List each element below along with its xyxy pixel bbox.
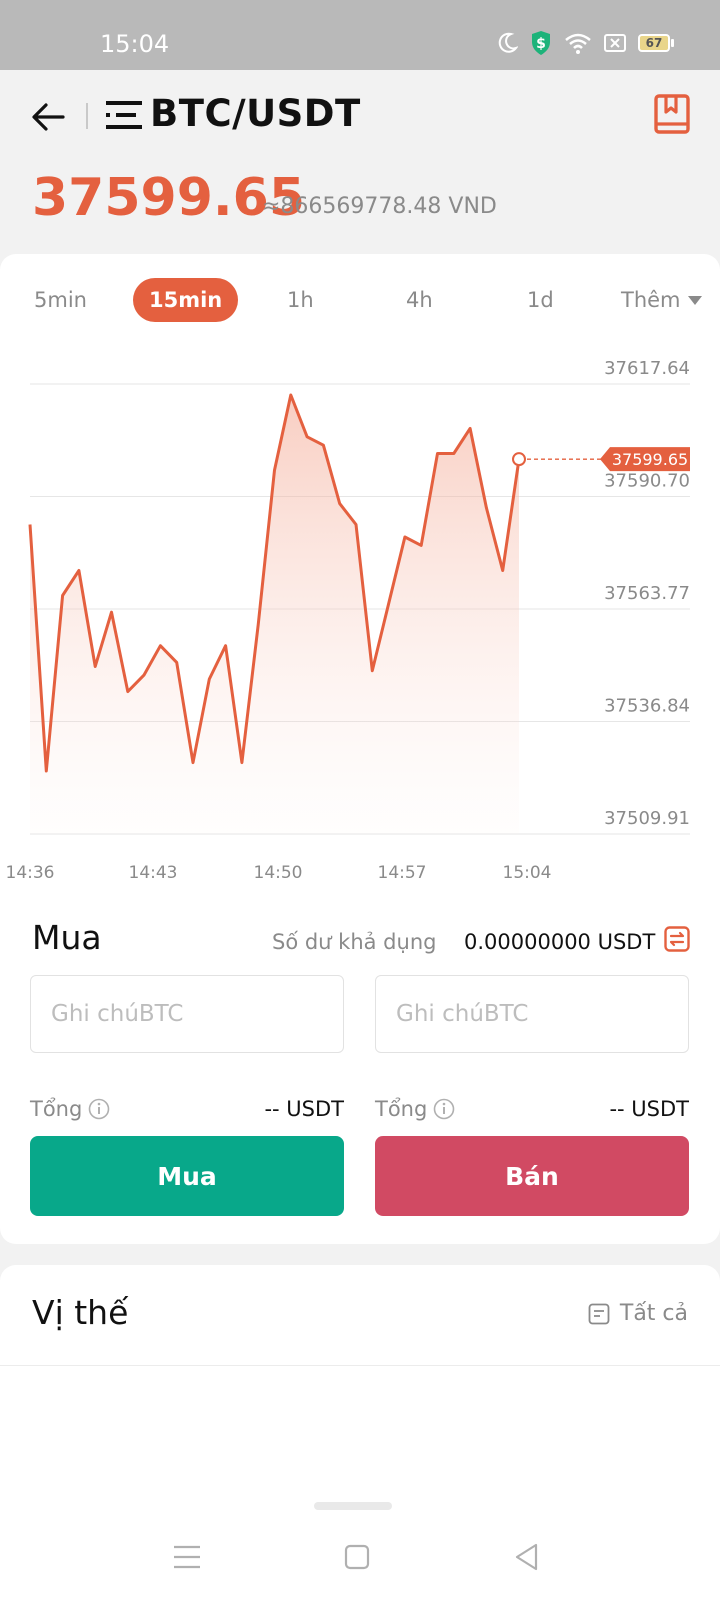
status-icons: $ 67 — [498, 30, 674, 56]
x-tick-label: 14:50 — [254, 863, 303, 883]
y-tick-label: 37509.91 — [604, 808, 690, 829]
sell-total-value: -- USDT — [609, 1097, 689, 1121]
price-chart[interactable]: 37617.64 37590.70 37563.77 37536.84 37509.91… — [0, 334, 720, 894]
home-indicator — [314, 1502, 392, 1510]
x-tick-label: 15:04 — [503, 863, 552, 883]
back-triangle-icon[interactable] — [510, 1540, 544, 1574]
status-time: 15:04 — [100, 30, 170, 58]
positions-all-link[interactable]: Tất cả — [588, 1301, 688, 1326]
menu-icon[interactable] — [170, 1540, 204, 1574]
current-price-dot — [512, 452, 526, 467]
list-doc-icon — [588, 1303, 610, 1324]
buy-total-label: Tổng — [30, 1097, 83, 1121]
y-tick-label: 37617.64 — [604, 358, 690, 379]
home-square-icon[interactable] — [340, 1540, 374, 1574]
bookmark-book-icon[interactable] — [654, 94, 690, 134]
buy-amount-input[interactable] — [31, 976, 343, 1052]
close-box-icon — [604, 34, 626, 52]
tab-5min[interactable]: 5min — [34, 278, 87, 322]
y-tick-label: 37563.77 — [604, 583, 690, 604]
x-tick-label: 14:57 — [378, 863, 427, 883]
positions-divider — [0, 1365, 720, 1366]
sell-button[interactable]: Bán — [375, 1136, 689, 1216]
sell-amount-field[interactable] — [375, 975, 689, 1053]
current-price-tag-label: 37599.65 — [612, 450, 688, 469]
tab-15min[interactable]: 15min — [133, 278, 239, 322]
tab-more[interactable]: Thêm — [621, 278, 703, 322]
sell-total-label: Tổng — [375, 1097, 428, 1121]
system-nav-bar — [0, 1510, 720, 1600]
balance-value: 0.00000000 USDT — [464, 930, 656, 954]
header: BTC/USDT 37599.65 ≈866569778.48 VND — [0, 70, 720, 250]
balance-label: Số dư khả dụng — [272, 930, 437, 954]
tab-1d[interactable]: 1d — [527, 278, 554, 322]
battery-level: 67 — [645, 36, 663, 50]
price-area — [30, 395, 519, 834]
buy-total-row: Tổng -- USDT — [30, 1094, 344, 1124]
y-tick-label: 37536.84 — [604, 696, 690, 717]
shield-dollar-icon: $ — [532, 31, 550, 55]
info-icon[interactable] — [433, 1098, 455, 1120]
x-tick-label: 14:36 — [6, 863, 55, 883]
arrow-left-icon — [32, 103, 65, 131]
sell-total-row: Tổng -- USDT — [375, 1094, 689, 1124]
trade-title: Mua — [32, 918, 102, 957]
price-vnd: ≈866569778.48 VND — [262, 194, 497, 219]
y-tick-label: 37590.70 — [604, 471, 690, 492]
info-icon[interactable] — [88, 1098, 110, 1120]
buy-total-value: -- USDT — [264, 1097, 344, 1121]
svg-text:$: $ — [536, 36, 546, 52]
swap-icon[interactable] — [664, 926, 690, 952]
buy-amount-field[interactable] — [30, 975, 344, 1053]
x-tick-label: 14:43 — [129, 863, 178, 883]
positions-title: Vị thế — [32, 1293, 129, 1332]
tab-1h[interactable]: 1h — [287, 278, 314, 322]
chart-trade-card: 5min 15min 1h 4h 1d Thêm 37617.64 37590.7… — [0, 254, 720, 1244]
timeframe-tabs: 5min 15min 1h 4h 1d Thêm — [0, 278, 720, 324]
header-divider — [86, 103, 88, 129]
back-button[interactable] — [28, 97, 68, 137]
buy-button[interactable]: Mua — [30, 1136, 344, 1216]
tab-4h[interactable]: 4h — [406, 278, 433, 322]
pair-menu-icon[interactable] — [106, 98, 144, 132]
status-bar: 15:04 $ 67 — [0, 0, 720, 70]
positions-all-label: Tất cả — [619, 1301, 688, 1326]
pair-title[interactable]: BTC/USDT — [150, 92, 361, 135]
tab-more-label: Thêm — [621, 288, 681, 312]
wifi-icon — [565, 33, 591, 54]
sell-amount-input[interactable] — [376, 976, 688, 1052]
caret-down-icon — [687, 296, 702, 305]
battery-icon: 67 — [638, 34, 674, 52]
moon-icon — [498, 32, 518, 53]
